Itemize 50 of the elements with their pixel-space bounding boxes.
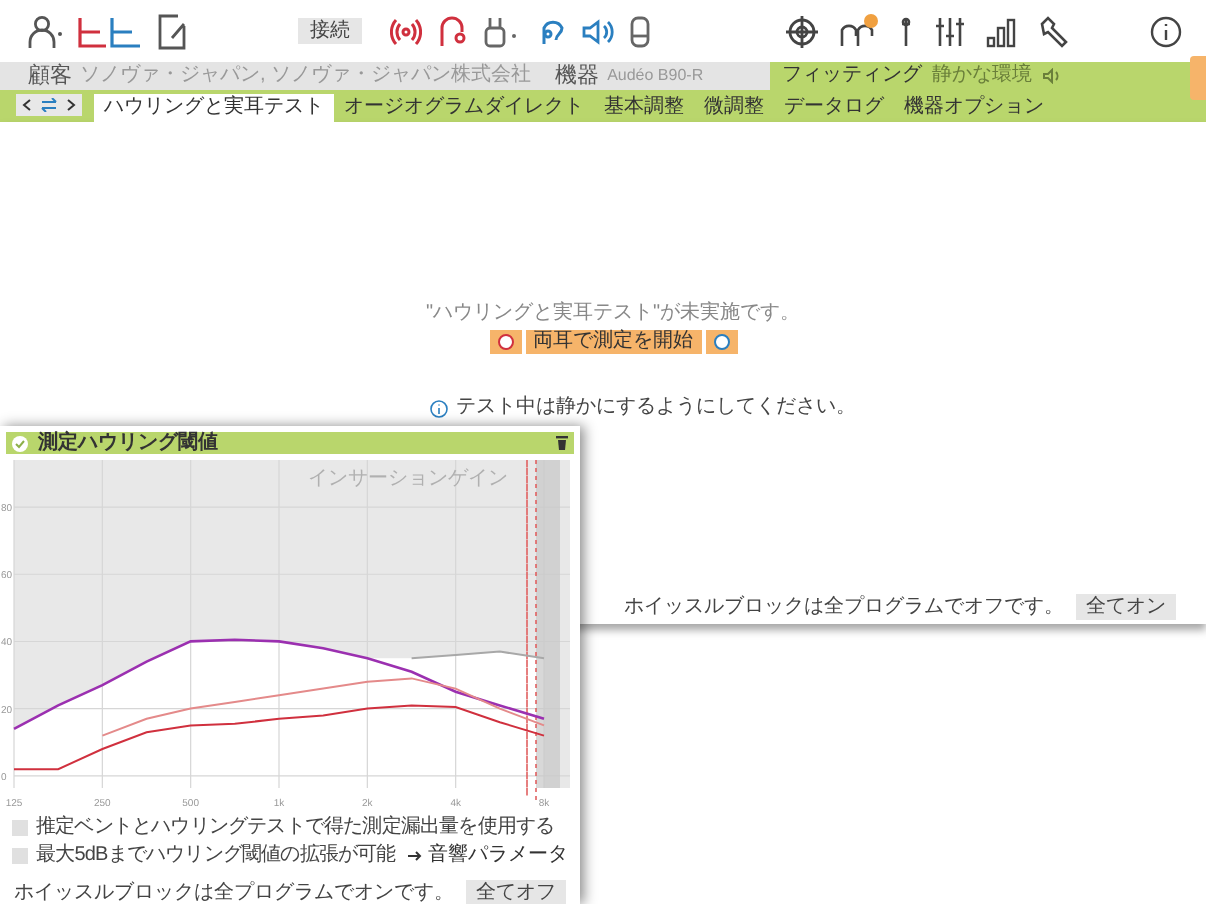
whistle-block-status: ホイッスルブロックは全プログラムでオフです。	[624, 595, 1064, 619]
edit-document-icon[interactable]	[156, 13, 188, 49]
start-measurement-button[interactable]: 両耳で測定を開始	[525, 330, 701, 354]
right-ear-button[interactable]	[705, 330, 737, 354]
trash-icon[interactable]	[556, 436, 568, 450]
panel-title: 測定ハウリング閾値	[38, 432, 218, 454]
tab[interactable]: 基本調整	[594, 94, 694, 122]
all-on-button[interactable]: 全てオン	[1076, 594, 1176, 620]
connect-button[interactable]: 接続	[298, 18, 362, 44]
check-circle-icon	[12, 435, 28, 451]
checkbox[interactable]	[12, 820, 28, 836]
option-label: 最大5dBまでハウリング閾値の拡張が可能	[36, 844, 396, 868]
sliders-icon[interactable]	[934, 15, 966, 47]
right-ear-icon	[713, 334, 729, 350]
back-icon[interactable]	[22, 98, 32, 112]
acoustic-parameters-link[interactable]: 音響パラメータ	[408, 844, 568, 868]
left-ear-button[interactable]	[489, 330, 521, 354]
info-icon	[430, 399, 448, 417]
left-ear-icon	[497, 334, 513, 350]
target-icon[interactable]	[786, 15, 818, 47]
forward-icon[interactable]	[66, 98, 76, 112]
chart-label: インサーションゲイン	[308, 468, 508, 492]
sound-wave-icon[interactable]	[390, 17, 422, 45]
option-label: 推定ベントとハウリングテストで得た測定漏出量を使用する	[36, 816, 555, 840]
whistle-block-status: ホイッスルブロックは全プログラムでオンです。	[14, 881, 454, 904]
device-name: Audéo B90-R	[607, 64, 704, 88]
fitting-label: フィッティング	[782, 64, 922, 88]
all-off-button[interactable]: 全てオフ	[466, 880, 566, 904]
hint-text: テスト中は静かにするようにしてください。	[456, 396, 856, 420]
arrow-icon	[408, 850, 422, 862]
environment-label: 静かな環境	[932, 64, 1032, 88]
status-message: "ハウリングと実耳テスト"が未実施です。	[425, 302, 801, 326]
ear-icon[interactable]	[538, 15, 566, 47]
bar-chart-icon[interactable]	[986, 15, 1018, 47]
navigation-buttons[interactable]	[16, 94, 82, 116]
tab[interactable]: オージオグラムダイレクト	[334, 94, 594, 122]
checkbox[interactable]	[12, 848, 28, 864]
person-icon[interactable]	[28, 13, 64, 49]
info-icon[interactable]	[1150, 15, 1182, 47]
device-label: 機器	[555, 63, 600, 89]
speaker-icon[interactable]	[582, 17, 614, 45]
tab[interactable]: データログ	[774, 94, 894, 122]
tab[interactable]: 機器オプション	[894, 94, 1054, 122]
swap-icon[interactable]	[40, 98, 58, 112]
client-name: ソノヴァ・ジャパン, ソノヴァ・ジャパン株式会社	[80, 64, 532, 88]
client-label: 顧客	[28, 63, 72, 89]
speaker-icon	[1042, 68, 1060, 84]
tab[interactable]: ハウリングと実耳テスト	[94, 94, 334, 122]
device-icon[interactable]	[630, 15, 650, 47]
tab[interactable]: 微調整	[694, 94, 774, 122]
